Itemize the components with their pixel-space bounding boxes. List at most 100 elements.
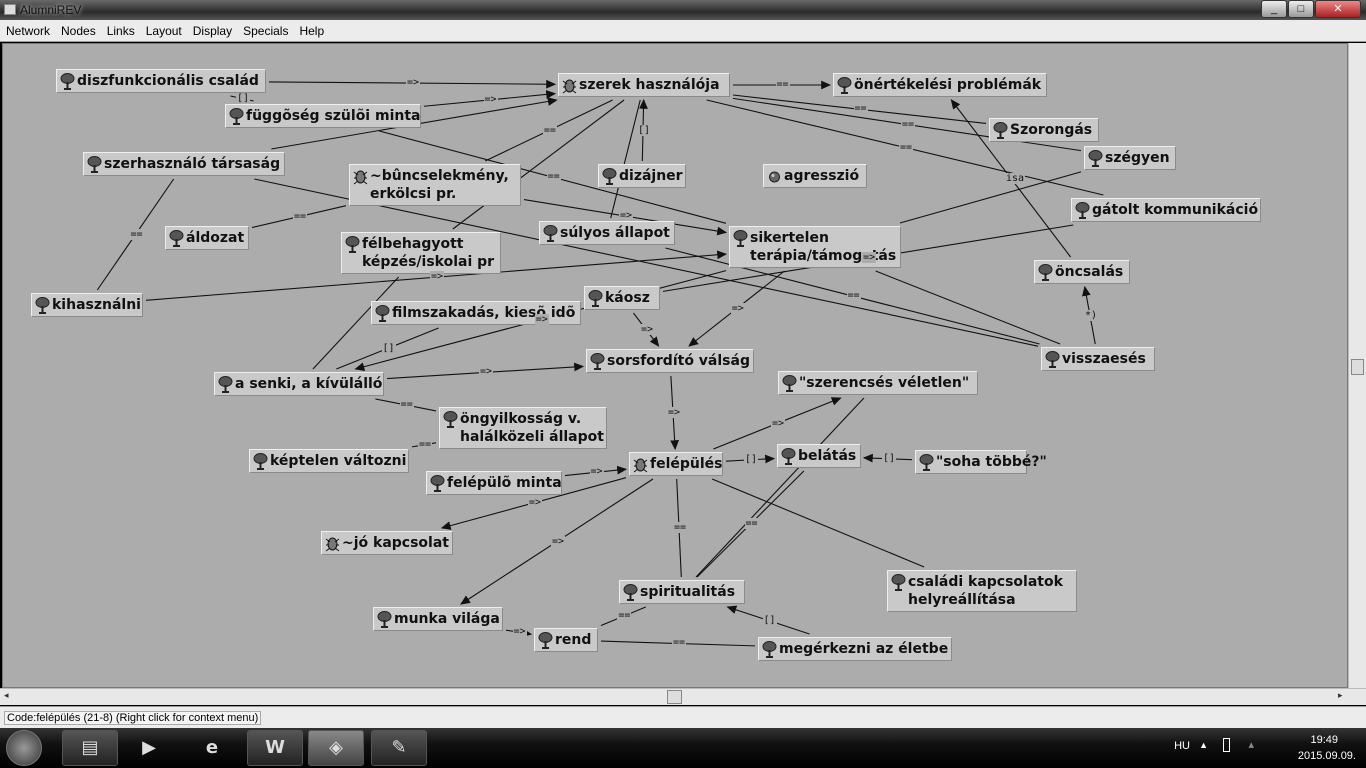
node-label: dizájner [619,168,683,184]
tree-icon [1038,264,1053,281]
node-n27[interactable]: felépülés [629,452,723,476]
tree-icon [538,632,553,649]
link-label: => [730,302,745,314]
menu-help[interactable]: Help [293,20,329,38]
scroll-left-icon[interactable]: ◂ [4,691,9,701]
taskbar-word[interactable]: W [247,730,303,766]
network-icon[interactable]: ▴ [1248,738,1254,751]
taskbar-paint[interactable]: ✎ [371,730,427,766]
clock-time[interactable]: 19:49 [1310,734,1338,746]
horizontal-scroll-thumb[interactable] [667,690,682,704]
node-n8[interactable]: agresszió [763,164,867,188]
node-n30[interactable]: ~jó kapcsolat [321,531,453,555]
node-n7[interactable]: dizájner [598,164,686,188]
link-label: == [899,141,914,153]
node-n17[interactable]: kihasználni [31,293,143,317]
taskbar: ▤ ▶ e W ◈ ✎ HU ▲ ▴ 19:49 2015.09.09. [0,728,1366,768]
menu-links[interactable]: Links [101,20,140,38]
status-bar: Code:felépülés (21-8) (Right click for c… [0,706,1366,728]
node-n24[interactable]: öngyilkosság v. halálközeli állapot [439,407,607,449]
close-button[interactable]: ✕ [1315,0,1361,18]
node-n26[interactable]: felépülõ minta [426,471,562,495]
bug-icon [633,456,648,473]
node-n28[interactable]: belátás [777,444,861,468]
link-label: [] [236,92,251,104]
node-n3[interactable]: önértékelési problémák [833,73,1047,97]
node-label: munka világa [394,611,500,627]
vertical-scroll-thumb[interactable] [1351,359,1364,375]
node-n29[interactable]: "soha többé?" [915,450,1047,474]
taskbar-alumnirev[interactable]: ◈ [308,730,364,766]
node-n31[interactable]: spiritualitás [619,580,745,604]
node-label: kihasználni [52,297,141,313]
node-label: öngyilkosság v. halálközeli állapot [460,411,604,445]
node-n9[interactable]: Szorongás [989,118,1099,142]
node-n21[interactable]: sorsfordító válság [586,349,754,373]
node-n6[interactable]: ~bûncselekmény, erkölcsi pr. [349,164,521,206]
tree-icon [588,290,603,307]
node-label: sorsfordító válság [607,353,750,369]
taskbar-internet-explorer[interactable]: e [184,730,240,766]
link-label: => [406,77,421,89]
menu-specials[interactable]: Specials [237,20,293,38]
node-n4[interactable]: függõség szülõi minta [225,104,421,128]
node-n14[interactable]: félbehagyott képzés/iskolai pr [341,232,501,274]
window-title: AlumniREV [20,3,82,17]
link-label: == [399,398,414,410]
node-n32[interactable]: családi kapcsolatok helyreállítása [887,570,1077,612]
horizontal-scrollbar[interactable]: ◂ ▸ [0,688,1366,705]
node-n11[interactable]: gátolt kommunikáció [1071,198,1261,222]
node-n25[interactable]: képtelen változni [249,449,409,473]
tree-icon [345,236,360,253]
node-n19[interactable]: filmszakadás, kiesõ idõ [371,301,581,325]
link-label: == [293,210,308,222]
node-label: szerhasználó társaság [104,156,281,172]
node-n34[interactable]: rend [534,628,598,652]
node-n35[interactable]: megérkezni az életbe [758,637,952,661]
menu-layout[interactable]: Layout [140,20,187,38]
node-label: a senki, a kívülálló [235,376,383,392]
node-label: öncsalás [1055,264,1124,280]
link-label: == [129,228,144,240]
link-label: [] [381,342,396,354]
link-n10-n15[interactable] [899,171,1082,224]
language-indicator[interactable]: HU [1174,740,1190,752]
minimize-button[interactable]: _ [1261,0,1287,18]
link-n2-n13[interactable] [610,99,641,219]
node-n33[interactable]: munka világa [373,607,503,631]
link-label: == [744,518,759,529]
menu-network[interactable]: Network [0,20,55,38]
node-n18[interactable]: káosz [584,286,660,310]
link-n15-n22[interactable] [875,270,1061,345]
node-n12[interactable]: áldozat [165,226,249,250]
clock-date[interactable]: 2015.09.09. [1298,750,1356,762]
node-n2[interactable]: szerek használója [558,73,730,97]
tree-icon [837,77,852,94]
tree-icon [543,225,558,242]
tray-expand-icon[interactable]: ▲ [1199,740,1208,750]
tree-icon [377,611,392,628]
node-n10[interactable]: szégyen [1084,146,1176,170]
node-label: ~jó kapcsolat [342,535,449,551]
node-n23[interactable]: "szerencsés véletlen" [778,371,978,395]
node-n22[interactable]: visszaesés [1041,347,1155,371]
node-n16[interactable]: öncsalás [1034,260,1130,284]
node-n20[interactable]: a senki, a kívülálló [214,372,384,396]
node-label: félbehagyott képzés/iskolai pr [362,236,495,270]
network-canvas[interactable]: diszfunkcionális család szerek használója… [2,43,1348,688]
node-n5[interactable]: szerhasználó társaság [83,152,285,176]
node-label: agresszió [784,168,860,184]
tree-icon [169,230,184,247]
battery-icon[interactable] [1223,738,1230,752]
start-button[interactable] [6,730,42,766]
node-label: szerek használója [579,77,720,93]
maximize-button[interactable]: □ [1288,0,1314,18]
vertical-scrollbar[interactable] [1348,43,1366,688]
node-n13[interactable]: súlyos állapot [539,221,675,245]
scroll-right-icon[interactable]: ▸ [1338,691,1343,701]
taskbar-explorer[interactable]: ▤ [62,730,118,766]
taskbar-media-player[interactable]: ▶ [121,730,177,766]
menu-nodes[interactable]: Nodes [55,20,101,38]
menu-display[interactable]: Display [187,20,237,38]
node-n1[interactable]: diszfunkcionális család [56,69,266,93]
